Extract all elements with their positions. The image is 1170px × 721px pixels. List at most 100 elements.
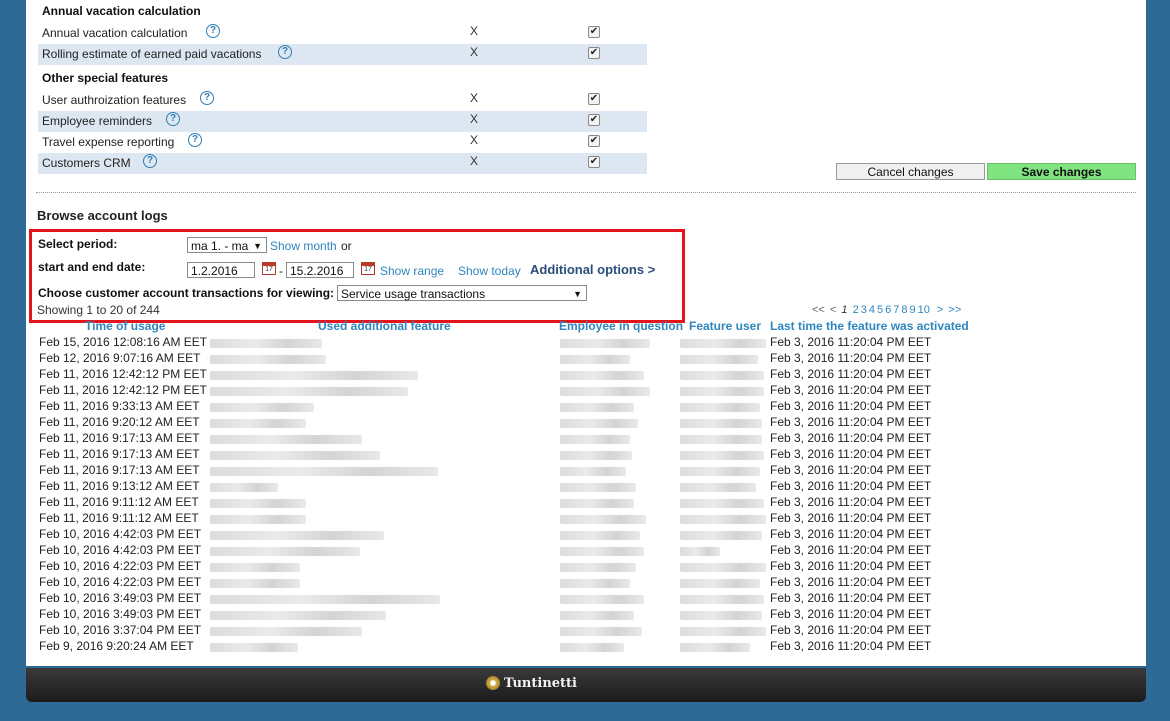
start-calendar-icon[interactable]: 17 [262,262,276,275]
transactions-select[interactable]: Service usage transactions ▼ [337,285,587,301]
pager-page-link[interactable]: 8 [901,304,907,316]
feature-user-cell-redacted [680,563,766,572]
feature-user-cell-redacted [680,531,762,540]
pager-prev[interactable]: < [830,304,836,316]
feature-checkbox[interactable]: ✔ [588,156,600,168]
pager-page-link[interactable]: 7 [893,304,899,316]
show-month-link[interactable]: Show month [270,239,337,253]
cancel-changes-button[interactable]: Cancel changes [836,163,985,180]
feature-user-cell-redacted [680,595,764,604]
last-activated-cell: Feb 3, 2016 11:20:04 PM EET [770,335,932,349]
period-select-value: ma 1. - ma [191,239,249,253]
feature-user-cell-redacted [680,627,766,636]
feature-cell-redacted [210,387,408,396]
help-icon[interactable]: ? [200,91,214,105]
last-activated-cell: Feb 3, 2016 11:20:04 PM EET [770,479,932,493]
header-time-of-usage[interactable]: Time of usage [85,319,165,333]
table-row: Feb 11, 2016 12:42:12 PM EET Feb 3, 2016 … [38,367,1038,383]
last-activated-cell: Feb 3, 2016 11:20:04 PM EET [770,447,932,461]
header-employee[interactable]: Employee in question [559,319,683,333]
feature-cell-redacted [210,419,306,428]
feature-cell-redacted [210,643,298,652]
employee-cell-redacted [560,355,630,364]
time-of-usage-cell: Feb 11, 2016 9:17:13 AM EET [39,431,200,445]
pager-last[interactable]: >> [948,304,961,316]
end-calendar-icon[interactable]: 17 [361,262,375,275]
feature-cell-redacted [210,531,384,540]
period-select[interactable]: ma 1. - ma ▼ [187,237,267,253]
show-today-link[interactable]: Show today [458,264,521,278]
table-row: Feb 10, 2016 4:42:03 PM EET Feb 3, 2016 1… [38,527,1038,543]
settings-panel: Annual vacation calculation Annual vacati… [26,0,1146,666]
or-text: or [341,239,352,253]
table-row: Feb 9, 2016 9:20:24 AM EET Feb 3, 2016 11… [38,639,1038,655]
additional-options-link[interactable]: Additional options > [530,262,655,277]
table-row: Feb 12, 2016 9:07:16 AM EET Feb 3, 2016 1… [38,351,1038,367]
last-activated-cell: Feb 3, 2016 11:20:04 PM EET [770,495,932,509]
employee-cell-redacted [560,563,636,572]
feature-user-cell-redacted [680,403,760,412]
last-activated-cell: Feb 3, 2016 11:20:04 PM EET [770,591,932,605]
employee-cell-redacted [560,643,624,652]
feature-row: Travel expense reporting? X ✔ [38,132,647,153]
pager-first[interactable]: << [812,304,825,316]
table-row: Feb 11, 2016 12:42:12 PM EET Feb 3, 2016 … [38,383,1038,399]
help-icon[interactable]: ? [278,45,292,59]
employee-cell-redacted [560,611,634,620]
pager-page-link[interactable]: 10 [918,304,930,316]
pager-next[interactable]: > [937,304,943,316]
feature-checkbox[interactable]: ✔ [588,47,600,59]
employee-cell-redacted [560,579,630,588]
pager-page-link[interactable]: 3 [861,304,867,316]
feature-checkbox[interactable]: ✔ [588,114,600,126]
feature-user-cell-redacted [680,419,762,428]
employee-cell-redacted [560,515,646,524]
table-row: Feb 11, 2016 9:33:13 AM EET Feb 3, 2016 1… [38,399,1038,415]
header-last-activated[interactable]: Last time the feature was activated [770,319,969,333]
feature-checkbox[interactable]: ✔ [588,135,600,147]
section-divider [36,192,1136,193]
table-row: Feb 15, 2016 12:08:16 AM EET Feb 3, 2016 … [38,335,1038,351]
time-of-usage-cell: Feb 11, 2016 9:33:13 AM EET [39,399,200,413]
help-icon[interactable]: ? [206,24,220,38]
table-row: Feb 11, 2016 9:11:12 AM EET Feb 3, 2016 1… [38,511,1038,527]
feature-user-cell-redacted [680,435,762,444]
last-activated-cell: Feb 3, 2016 11:20:04 PM EET [770,351,932,365]
end-date-input[interactable]: 15.2.2016 [286,262,354,278]
employee-cell-redacted [560,595,644,604]
transactions-select-value: Service usage transactions [341,287,486,301]
time-of-usage-cell: Feb 10, 2016 4:22:03 PM EET [39,559,202,573]
save-changes-button[interactable]: Save changes [987,163,1136,180]
feature-checkbox[interactable]: ✔ [588,93,600,105]
date-separator: - [279,264,283,278]
header-feature-user[interactable]: Feature user [689,319,761,333]
feature-user-cell-redacted [680,371,764,380]
last-activated-cell: Feb 3, 2016 11:20:04 PM EET [770,575,932,589]
time-of-usage-cell: Feb 11, 2016 9:17:13 AM EET [39,447,200,461]
last-activated-cell: Feb 3, 2016 11:20:04 PM EET [770,607,932,621]
help-icon[interactable]: ? [188,133,202,147]
feature-user-cell-redacted [680,611,762,620]
header-used-feature[interactable]: Used additional feature [318,319,451,333]
feature-included-mark: X [470,45,479,59]
last-activated-cell: Feb 3, 2016 11:20:04 PM EET [770,543,932,557]
time-of-usage-cell: Feb 11, 2016 9:17:13 AM EET [39,463,200,477]
chevron-down-icon: ▼ [573,289,582,299]
feature-checkbox[interactable]: ✔ [588,26,600,38]
start-date-input[interactable]: 1.2.2016 [187,262,255,278]
pager-page-link[interactable]: 9 [909,304,915,316]
employee-cell-redacted [560,387,650,396]
pager-page-link[interactable]: 2 [853,304,859,316]
show-range-link[interactable]: Show range [380,264,444,278]
help-icon[interactable]: ? [166,112,180,126]
feature-row: Employee reminders? X ✔ [38,111,647,132]
pager-page-link[interactable]: 6 [885,304,891,316]
employee-cell-redacted [560,403,634,412]
result-count: Showing 1 to 20 of 244 [37,303,160,317]
pager-current: 1 [841,304,848,316]
time-of-usage-cell: Feb 10, 2016 3:37:04 PM EET [39,623,202,637]
help-icon[interactable]: ? [143,154,157,168]
pager-page-link[interactable]: 4 [869,304,875,316]
pager-page-link[interactable]: 5 [877,304,883,316]
table-row: Feb 10, 2016 4:22:03 PM EET Feb 3, 2016 1… [38,559,1038,575]
